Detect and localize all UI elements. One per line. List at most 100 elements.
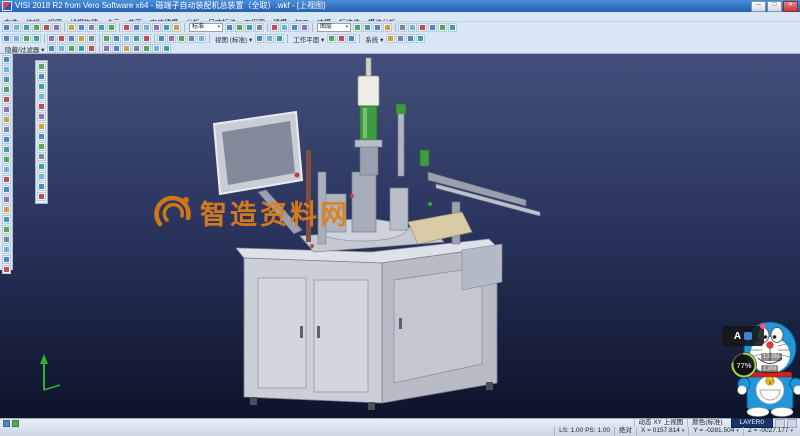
toolbar-icon[interactable] xyxy=(107,23,116,32)
toolbar-icon[interactable] xyxy=(87,34,96,43)
toolbar-icon[interactable] xyxy=(177,34,186,43)
toolbar-icon[interactable] xyxy=(37,172,46,181)
toolbar-icon[interactable] xyxy=(37,92,46,101)
toolbar-icon[interactable] xyxy=(132,34,141,43)
coord-y[interactable]: Y = -0281.504▾ xyxy=(688,427,742,435)
toolbar-icon[interactable] xyxy=(132,23,141,32)
toolbar-icon[interactable] xyxy=(2,245,11,254)
toolbar-icon[interactable] xyxy=(122,23,131,32)
maximize-button[interactable]: □ xyxy=(767,1,782,12)
toolbar-icon[interactable] xyxy=(2,195,11,204)
toolbar-icon[interactable] xyxy=(102,34,111,43)
toolbar-icon[interactable] xyxy=(255,34,264,43)
close-button[interactable]: ✕ xyxy=(783,1,798,12)
toolbar-icon[interactable] xyxy=(87,23,96,32)
toolbar-icon[interactable] xyxy=(77,34,86,43)
toolbar-icon[interactable] xyxy=(245,23,254,32)
cad-cabinet[interactable] xyxy=(236,239,497,410)
toolbar-icon[interactable] xyxy=(327,34,336,43)
toolbar-icon[interactable] xyxy=(22,34,31,43)
toolbar-icon[interactable] xyxy=(37,72,46,81)
toolbar-icon[interactable] xyxy=(337,34,346,43)
toolbar-icon[interactable] xyxy=(2,65,11,74)
toolbar-icon[interactable] xyxy=(2,155,11,164)
toolbar-icon[interactable] xyxy=(373,23,382,32)
toolbar-icon[interactable] xyxy=(2,125,11,134)
toolbar-icon[interactable] xyxy=(172,23,181,32)
toolbar-icon[interactable] xyxy=(37,182,46,191)
toolbar-icon[interactable] xyxy=(22,23,31,32)
toolbar-icon[interactable] xyxy=(300,23,309,32)
toolbar-icon[interactable] xyxy=(122,34,131,43)
toolbar-icon[interactable] xyxy=(47,44,56,53)
coord-x[interactable]: X = 0157.814▾ xyxy=(636,427,688,435)
toolbar-icon[interactable] xyxy=(42,23,51,32)
toolbar-icon[interactable] xyxy=(2,215,11,224)
toolbar-icon[interactable] xyxy=(37,62,46,71)
toolbar-combo[interactable]: 标准▾ xyxy=(189,23,223,32)
toolbar-icon[interactable] xyxy=(112,44,121,53)
cad-model[interactable] xyxy=(0,54,800,418)
toolbar-icon[interactable] xyxy=(408,23,417,32)
progress-ring[interactable]: 77% xyxy=(729,350,759,380)
toolbar-group-label[interactable]: 隐藏/过滤器 ▾ xyxy=(2,44,47,54)
toolbar-icon[interactable] xyxy=(32,23,41,32)
toolbar-icon[interactable] xyxy=(2,55,11,64)
toolbar-icon[interactable] xyxy=(2,85,11,94)
toolbar-icon[interactable] xyxy=(142,23,151,32)
toolbar-group-label[interactable]: 视图 (标准) ▾ xyxy=(212,34,255,44)
toolbar-icon[interactable] xyxy=(398,23,407,32)
toolbar-icon[interactable] xyxy=(187,34,196,43)
toolbar-icon[interactable] xyxy=(2,235,11,244)
toolbar-icon[interactable] xyxy=(102,44,111,53)
toolbar-icon[interactable] xyxy=(2,165,11,174)
toolbar-icon[interactable] xyxy=(383,23,392,32)
toolbar-icon[interactable] xyxy=(12,34,21,43)
toolbar-combo[interactable]: 图层▾ xyxy=(317,23,351,32)
toolbar-icon[interactable] xyxy=(77,44,86,53)
chevron-down-icon[interactable]: ▾ xyxy=(736,428,739,434)
minimize-button[interactable]: ─ xyxy=(751,1,766,12)
toolbar-icon[interactable] xyxy=(37,162,46,171)
toolbar-icon[interactable] xyxy=(162,23,171,32)
toolbar-icon[interactable] xyxy=(2,205,11,214)
toolbar-icon[interactable] xyxy=(347,34,356,43)
toolbar-icon[interactable] xyxy=(132,44,141,53)
toolbar-icon[interactable] xyxy=(418,23,427,32)
toolbar-icon[interactable] xyxy=(67,23,76,32)
toolbar-icon[interactable] xyxy=(2,34,11,43)
toolbar-icon[interactable] xyxy=(2,23,11,32)
toolbar-icon[interactable] xyxy=(112,34,121,43)
chevron-down-icon[interactable]: ▾ xyxy=(790,428,793,434)
status-tool-icon[interactable] xyxy=(3,420,10,427)
toolbar-icon[interactable] xyxy=(2,115,11,124)
absolute-mode[interactable]: 绝对 xyxy=(614,427,636,435)
toolbar-icon[interactable] xyxy=(57,34,66,43)
ime-indicator[interactable]: A xyxy=(722,326,764,346)
toolbar-icon[interactable] xyxy=(416,34,425,43)
toolbar-icon[interactable] xyxy=(67,34,76,43)
toolbar-icon[interactable] xyxy=(47,34,56,43)
toolbar-group-label[interactable]: 系统 ▾ xyxy=(362,34,386,44)
toolbar-icon[interactable] xyxy=(406,34,415,43)
toolbar-icon[interactable] xyxy=(255,23,264,32)
toolbar-icon[interactable] xyxy=(37,192,46,201)
toolbar-icon[interactable] xyxy=(280,23,289,32)
toolbar-icon[interactable] xyxy=(77,23,86,32)
toolbar-icon[interactable] xyxy=(152,23,161,32)
toolbar-icon[interactable] xyxy=(438,23,447,32)
toolbar-icon[interactable] xyxy=(363,23,372,32)
toolbar-icon[interactable] xyxy=(12,23,21,32)
toolbar-icon[interactable] xyxy=(2,105,11,114)
toolbar-icon[interactable] xyxy=(2,225,11,234)
toolbar-icon[interactable] xyxy=(2,95,11,104)
toolbar-icon[interactable] xyxy=(275,34,284,43)
toolbar-group-label[interactable]: 工作平面 ▾ xyxy=(290,34,327,44)
toolbar-icon[interactable] xyxy=(142,34,151,43)
toolbar-icon[interactable] xyxy=(37,122,46,131)
toolbar-icon[interactable] xyxy=(225,23,234,32)
toolbar-icon[interactable] xyxy=(167,34,176,43)
toolbar-icon[interactable] xyxy=(2,265,11,274)
viewport-3d[interactable]: 智造资料网 A 77% 13.9M 1.8M xyxy=(0,54,800,418)
toolbar-icon[interactable] xyxy=(290,23,299,32)
